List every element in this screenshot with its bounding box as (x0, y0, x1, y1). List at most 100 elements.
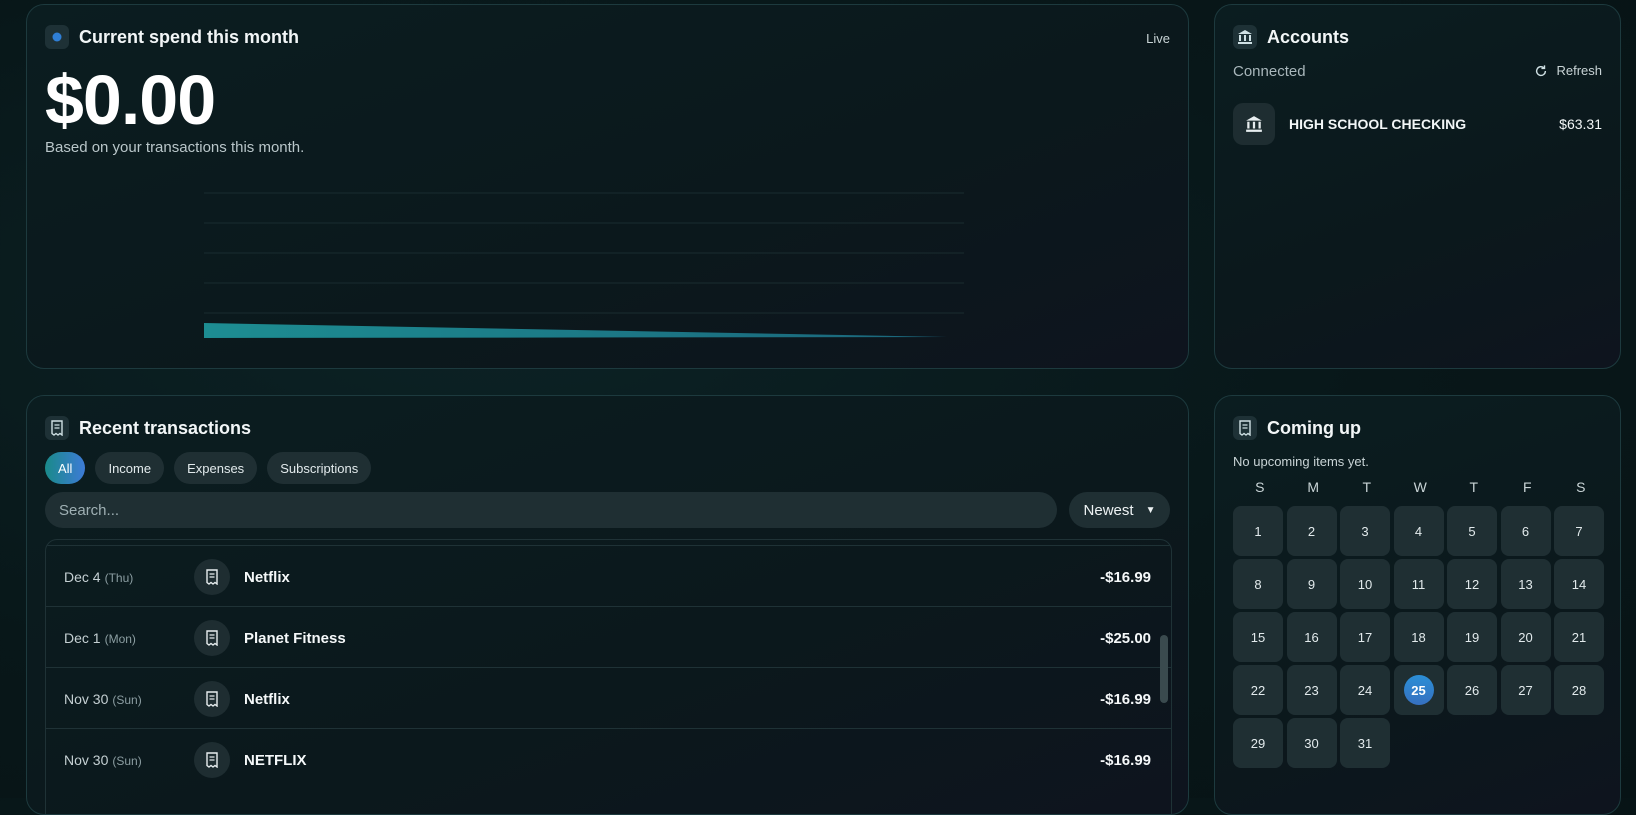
calendar-day[interactable]: 5 (1447, 506, 1497, 556)
tx-merchant: Netflix (244, 568, 290, 586)
calendar-day[interactable]: 22 (1233, 665, 1283, 715)
calendar-day-number: 24 (1357, 682, 1373, 698)
receipt-icon (1233, 416, 1257, 440)
calendar-day-number: 26 (1464, 682, 1480, 698)
spend-area (204, 323, 947, 338)
calendar-day[interactable]: 2 (1286, 506, 1337, 556)
calendar-day[interactable]: 8 (1233, 559, 1283, 609)
calendar-day[interactable]: 25 (1393, 665, 1444, 715)
receipt-icon (45, 416, 69, 440)
sort-dropdown[interactable]: Newest ▼ (1069, 492, 1170, 528)
refresh-label: Refresh (1556, 63, 1602, 78)
search-input[interactable] (45, 492, 1057, 528)
refresh-icon (1536, 64, 1547, 76)
tx-amount: -$16.99 (1100, 751, 1151, 769)
calendar-day[interactable]: 27 (1500, 665, 1551, 715)
weekday-label: M (1307, 479, 1320, 495)
receipt-icon (194, 620, 230, 656)
calendar-day[interactable]: 6 (1500, 506, 1551, 556)
calendar-day-number: 8 (1254, 576, 1262, 592)
calendar-day[interactable]: 7 (1554, 506, 1604, 556)
calendar-day[interactable]: 1 (1233, 506, 1283, 556)
calendar-day-number: 17 (1357, 629, 1373, 645)
calendar-day[interactable]: 23 (1286, 665, 1337, 715)
calendar-day-number: 13 (1518, 576, 1533, 592)
calendar-day[interactable]: 20 (1500, 612, 1551, 662)
tx-amount: -$16.99 (1100, 568, 1151, 586)
receipt-icon (194, 742, 230, 778)
refresh-button[interactable]: Refresh (1534, 63, 1602, 78)
calendar-day[interactable]: 16 (1286, 612, 1337, 662)
calendar-day[interactable]: 13 (1500, 559, 1551, 609)
tx-weekday: (Sun) (112, 754, 142, 768)
filter-subscriptions[interactable]: Subscriptions (267, 452, 372, 484)
calendar-day[interactable]: 11 (1393, 559, 1444, 609)
table-row[interactable]: Nov 30 (Sun) NETFLIX -$16.99 (46, 728, 1171, 791)
table-row[interactable]: Dec 4 (Thu) Netflix -$16.99 (46, 545, 1171, 608)
filter-income[interactable]: Income (95, 452, 165, 484)
calendar-day[interactable]: 30 (1286, 718, 1337, 768)
calendar-day-number: 22 (1250, 682, 1266, 698)
list-scrollbar[interactable] (1160, 635, 1168, 703)
transactions-list[interactable]: Dec 4 (Thu) Netflix -$16.99 Dec 1 (Mon) Pl… (45, 539, 1172, 814)
calendar-day-number: 18 (1411, 629, 1426, 645)
calendar-day[interactable]: 12 (1447, 559, 1497, 609)
calendar-day[interactable]: 31 (1340, 718, 1390, 768)
bank-icon (1233, 25, 1257, 49)
calendar-day-number: 9 (1307, 576, 1316, 592)
calendar-day-number: 5 (1468, 523, 1476, 539)
chart-gridlines (204, 192, 964, 314)
calendar-day[interactable]: 3 (1340, 506, 1390, 556)
calendar-day-number: 7 (1575, 523, 1583, 539)
calendar-day[interactable]: 4 (1393, 506, 1444, 556)
calendar-day[interactable]: 19 (1447, 612, 1497, 662)
weekday-label: F (1522, 479, 1532, 495)
current-spend-card: Current spend this month Live $0.00 Base… (26, 4, 1189, 369)
account-row[interactable]: HIGH SCHOOL CHECKING $63.31 (1233, 103, 1602, 145)
calendar-day[interactable]: 14 (1554, 559, 1604, 609)
accounts-title: Accounts (1267, 26, 1350, 47)
calendar-day[interactable]: 18 (1393, 612, 1444, 662)
calendar-day-number: 29 (1250, 735, 1266, 751)
calendar-day[interactable]: 28 (1554, 665, 1604, 715)
caret-down-icon: ▼ (1145, 504, 1156, 516)
tx-date: Dec 4 (64, 569, 101, 585)
calendar-day[interactable]: 21 (1554, 612, 1604, 662)
weekday-label: W (1413, 479, 1427, 495)
coming-up-card: Coming up No upcoming items yet. S M T W… (1214, 395, 1621, 815)
calendar-day[interactable]: 10 (1340, 559, 1390, 609)
calendar-day[interactable]: 24 (1340, 665, 1390, 715)
calendar-day-number: 31 (1357, 735, 1373, 751)
calendar-day-number: 30 (1304, 735, 1319, 751)
tx-amount: -$16.99 (1100, 690, 1151, 708)
coming-up-header: Coming up (1233, 416, 1361, 440)
calendar-day[interactable]: 15 (1233, 612, 1283, 662)
calendar-day-number: 15 (1250, 629, 1266, 645)
calendar-day[interactable]: 26 (1447, 665, 1497, 715)
table-row[interactable]: Dec 1 (Mon) Planet Fitness -$25.00 (46, 606, 1171, 669)
receipt-icon (194, 559, 230, 595)
weekday-label: T (1469, 479, 1479, 495)
calendar-day[interactable]: 29 (1233, 718, 1283, 768)
tx-merchant: Planet Fitness (244, 629, 346, 647)
calendar-day-number: 1 (1254, 523, 1262, 539)
calendar-day-number: 3 (1361, 523, 1369, 539)
calendar-day-number: 27 (1518, 682, 1533, 698)
calendar-day-number: 10 (1357, 576, 1373, 592)
calendar-day-number: 21 (1571, 629, 1587, 645)
calendar-day-number: 16 (1304, 629, 1319, 645)
filter-all[interactable]: All (45, 452, 86, 484)
account-balance: $63.31 (1559, 116, 1602, 132)
filter-chips: All Income Expenses Subscriptions (45, 452, 372, 484)
receipt-icon (194, 681, 230, 717)
calendar-day[interactable]: 17 (1340, 612, 1390, 662)
bank-icon (1233, 103, 1275, 145)
calendar-today: 25 (1403, 675, 1434, 705)
transactions-title: Recent transactions (79, 417, 252, 438)
filter-expenses[interactable]: Expenses (174, 452, 258, 484)
calendar-day-number: 11 (1411, 576, 1426, 592)
calendar-grid: 1 2 3 4 5 6 7 8 9 10 11 12 13 14 15 16 17 18 19 20 21 22 23 24 2… (1233, 506, 1604, 768)
calendar-day[interactable]: 9 (1286, 559, 1337, 609)
table-row[interactable]: Nov 30 (Sun) Netflix -$16.99 (46, 667, 1171, 730)
accounts-card: Accounts Connected Refresh HIGH SCHOOL C… (1214, 4, 1621, 369)
